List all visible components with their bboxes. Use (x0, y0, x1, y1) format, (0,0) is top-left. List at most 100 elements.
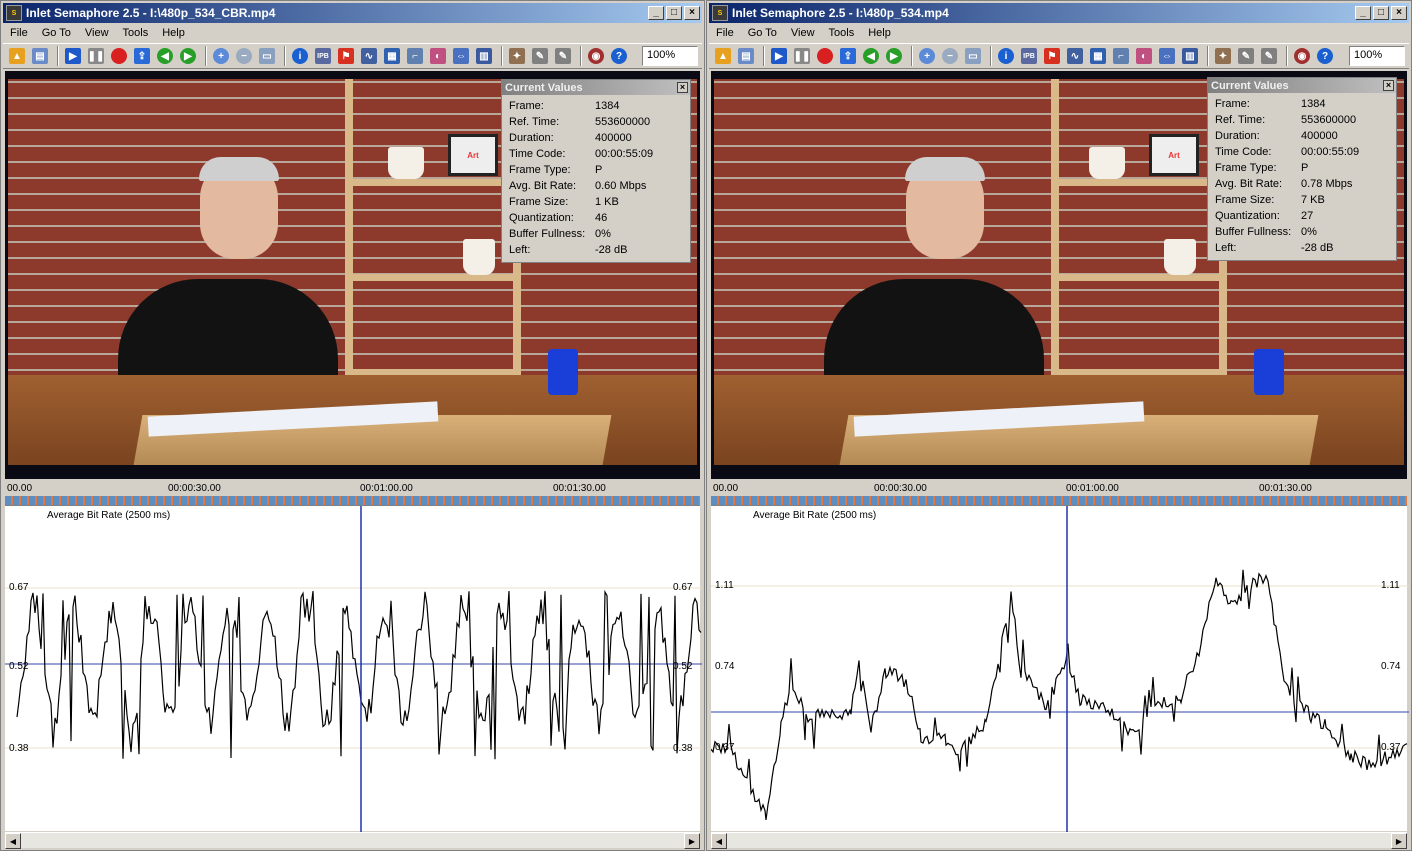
close-button[interactable]: × (1391, 6, 1407, 20)
wand-icon[interactable]: ✦ (1213, 46, 1233, 66)
scroll-left-icon[interactable]: ◀ (711, 833, 727, 849)
ipb-icon[interactable]: IPB (313, 46, 333, 66)
play-icon[interactable]: ▶ (63, 46, 83, 66)
title-bar[interactable]: S Inlet Semaphore 2.5 - I:\480p_534_CBR.… (3, 3, 702, 23)
ipb-icon[interactable]: IPB (1019, 46, 1039, 66)
compare-icon[interactable]: ⇔ (1157, 46, 1177, 66)
zoom-out-icon[interactable]: − (940, 46, 960, 66)
bitrate-graph[interactable]: Average Bit Rate (2500 ms) 1.11 0.74 0.3… (711, 505, 1409, 832)
forward-icon[interactable]: ▶ (884, 46, 904, 66)
menu-tools[interactable]: Tools (116, 27, 156, 39)
info-icon[interactable]: i (996, 46, 1016, 66)
menu-view[interactable]: View (78, 27, 116, 39)
split-icon[interactable]: ▥ (1180, 46, 1200, 66)
help-icon[interactable]: ? (1315, 46, 1335, 66)
open-icon[interactable]: ▲ (7, 46, 27, 66)
split-icon[interactable]: ▥ (474, 46, 494, 66)
close-panel-icon[interactable]: × (1383, 80, 1394, 91)
fit-icon[interactable]: ▭ (257, 46, 277, 66)
y-tick-right: 0.74 (1381, 661, 1401, 672)
bitrate-graph[interactable]: Average Bit Rate (2500 ms) 0.67 0.52 0.3… (5, 505, 702, 832)
menu-file[interactable]: File (709, 27, 741, 39)
value-text: 400000 (595, 132, 632, 144)
value-label: Ref. Time: (509, 116, 560, 128)
grid-icon[interactable]: ▦ (382, 46, 402, 66)
current-values-header[interactable]: Current Values × (1208, 78, 1396, 93)
close-button[interactable]: × (684, 6, 700, 20)
menu-help[interactable]: Help (155, 27, 192, 39)
back-icon[interactable]: ◀ (155, 46, 175, 66)
menu-file[interactable]: File (3, 27, 35, 39)
tool-a-icon[interactable]: ✎ (1236, 46, 1256, 66)
play-icon[interactable]: ▶ (769, 46, 789, 66)
help-icon[interactable]: ? (609, 46, 629, 66)
zoom-in-icon[interactable]: + (917, 46, 937, 66)
y-tick-left: 0.74 (715, 661, 735, 672)
video-frame[interactable]: Art Current Values × Frame: 1384 Ref. Time… (711, 71, 1407, 479)
zoom-out-icon[interactable]: − (234, 46, 254, 66)
save-icon[interactable]: ▤ (30, 46, 50, 66)
maximize-button[interactable]: □ (1373, 6, 1389, 20)
record-icon[interactable] (815, 46, 835, 66)
back-icon[interactable]: ◀ (861, 46, 881, 66)
marker-icon[interactable]: ⚑ (1042, 46, 1062, 66)
chart-icon[interactable]: ⌐ (405, 46, 425, 66)
export-icon[interactable]: ⇪ (132, 46, 152, 66)
waveform-icon[interactable]: ∿ (1065, 46, 1085, 66)
title-bar[interactable]: S Inlet Semaphore 2.5 - I:\480p_534.mp4 … (709, 3, 1409, 23)
zoom-field[interactable]: 100% (1349, 46, 1405, 66)
tool-b-icon[interactable]: ✎ (1259, 46, 1279, 66)
menu-help[interactable]: Help (861, 27, 898, 39)
palette-icon[interactable]: ◐ (1134, 46, 1154, 66)
menu-tools[interactable]: Tools (822, 27, 862, 39)
horizontal-scrollbar[interactable]: ◀ ▶ (711, 832, 1407, 849)
value-label: Ref. Time: (1215, 114, 1266, 126)
value-row: Avg. Bit Rate: 0.78 Mbps (1215, 176, 1396, 192)
minimize-button[interactable]: _ (1355, 6, 1371, 20)
open-icon[interactable]: ▲ (713, 46, 733, 66)
tool-b-icon[interactable]: ✎ (553, 46, 573, 66)
timeline-ruler[interactable]: 00.00 00:00:30.00 00:01:00.00 00:01:30.0… (711, 481, 1407, 505)
info-icon[interactable]: i (290, 46, 310, 66)
value-label: Avg. Bit Rate: (509, 180, 577, 192)
minimize-button[interactable]: _ (648, 6, 664, 20)
settings-icon[interactable]: ◉ (1292, 46, 1312, 66)
forward-icon[interactable]: ▶ (178, 46, 198, 66)
menu-goto[interactable]: Go To (35, 27, 78, 39)
grid-icon[interactable]: ▦ (1088, 46, 1108, 66)
pause-icon[interactable]: ❚❚ (86, 46, 106, 66)
save-icon[interactable]: ▤ (736, 46, 756, 66)
y-tick-left: 0.67 (9, 582, 29, 593)
menu-goto[interactable]: Go To (741, 27, 784, 39)
scroll-right-icon[interactable]: ▶ (1391, 833, 1407, 849)
scroll-right-icon[interactable]: ▶ (684, 833, 700, 849)
pause-icon[interactable]: ❚❚ (792, 46, 812, 66)
palette-icon[interactable]: ◐ (428, 46, 448, 66)
settings-icon[interactable]: ◉ (586, 46, 606, 66)
marker-icon[interactable]: ⚑ (336, 46, 356, 66)
current-values-panel: Current Values × Frame: 1384 Ref. Time: 553… (501, 79, 691, 263)
semaphore-window-cbr: S Inlet Semaphore 2.5 - I:\480p_534_CBR.… (0, 0, 705, 851)
timeline-ruler[interactable]: 00.00 00:00:30.00 00:01:00.00 00:01:30.0… (5, 481, 700, 505)
export-icon[interactable]: ⇪ (838, 46, 858, 66)
compare-icon[interactable]: ⇔ (451, 46, 471, 66)
menu-view[interactable]: View (784, 27, 822, 39)
chart-icon[interactable]: ⌐ (1111, 46, 1131, 66)
wand-icon[interactable]: ✦ (507, 46, 527, 66)
tool-a-icon[interactable]: ✎ (530, 46, 550, 66)
scroll-left-icon[interactable]: ◀ (5, 833, 21, 849)
y-tick-right: 0.38 (673, 743, 693, 754)
horizontal-scrollbar[interactable]: ◀ ▶ (5, 832, 700, 849)
menu-bar: File Go To View Tools Help (3, 23, 702, 42)
zoom-field[interactable]: 100% (642, 46, 698, 66)
zoom-in-icon[interactable]: + (211, 46, 231, 66)
fit-icon[interactable]: ▭ (963, 46, 983, 66)
close-panel-icon[interactable]: × (677, 82, 688, 93)
waveform-icon[interactable]: ∿ (359, 46, 379, 66)
video-frame[interactable]: Art Current Values × Frame: 1384 Ref. Time… (5, 71, 700, 479)
value-label: Left: (1215, 242, 1237, 254)
value-row: Left: -28 dB (509, 242, 690, 258)
record-icon[interactable] (109, 46, 129, 66)
maximize-button[interactable]: □ (666, 6, 682, 20)
current-values-header[interactable]: Current Values × (502, 80, 690, 95)
